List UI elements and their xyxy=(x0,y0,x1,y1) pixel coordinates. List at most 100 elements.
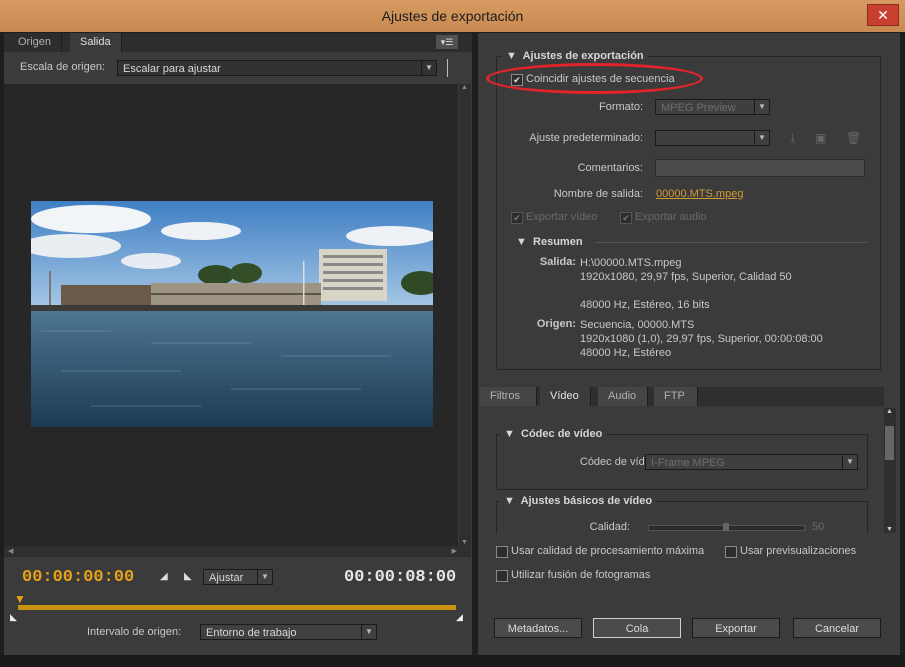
preset-select[interactable]: ▼ xyxy=(655,130,770,146)
scroll-thumb[interactable] xyxy=(885,426,894,460)
settings-vertical-scrollbar[interactable]: ▲ ▼ xyxy=(884,408,896,533)
use-previews-checkbox[interactable] xyxy=(725,546,737,558)
playhead-icon[interactable]: ▼ xyxy=(14,592,28,606)
trash-icon[interactable]: 🗑 xyxy=(846,131,861,145)
summary-output-line-4: 48000 Hz, Estéreo, 16 bits xyxy=(580,299,710,311)
chevron-down-icon: ▼ xyxy=(421,61,436,75)
preset-label: Ajuste predeterminado: xyxy=(529,132,643,144)
export-settings-heading[interactable]: ▼ Ajustes de exportación xyxy=(502,50,648,62)
source-scale-label: Escala de origen: xyxy=(20,61,105,73)
source-range-value: Entorno de trabajo xyxy=(206,627,297,639)
quality-slider-handle[interactable] xyxy=(723,523,729,531)
summary-output-label: Salida: xyxy=(539,256,576,268)
tab-origen[interactable]: Origen xyxy=(8,33,63,52)
save-preset-icon[interactable]: ⤓ xyxy=(790,131,795,146)
fit-value: Ajustar xyxy=(209,572,244,584)
source-range-select[interactable]: Entorno de trabajo ▼ xyxy=(200,624,377,640)
summary-source-line-1: Secuencia, 00000.MTS xyxy=(580,319,695,331)
export-audio-checkbox[interactable]: ✔ xyxy=(620,212,632,224)
codec-section-title: Códec de vídeo xyxy=(521,428,603,440)
summary-source-label: Origen: xyxy=(536,318,576,330)
frame-blending-label: Utilizar fusión de fotogramas xyxy=(511,569,651,581)
duration-timecode: 00:00:08:00 xyxy=(344,568,457,587)
summary-output-line-1: H:\00000.MTS.mpeg xyxy=(580,257,682,269)
output-name-label: Nombre de salida: xyxy=(553,188,643,200)
scroll-left-icon[interactable]: ◀ xyxy=(8,547,13,555)
video-settings-panel: ▼ Códec de vídeo Códec de vídeo: I-Frame… xyxy=(480,406,883,534)
use-previews-label: Usar previsualizaciones xyxy=(740,545,857,557)
basic-video-heading[interactable]: ▼ Ajustes básicos de vídeo xyxy=(500,495,657,507)
chevron-down-icon: ▼ xyxy=(842,455,857,469)
out-point-marker-icon[interactable]: ◢ xyxy=(456,612,463,623)
summary-source-line-2: 1920x1080 (1,0), 29,97 fps, Superior, 00… xyxy=(580,333,823,345)
comments-field[interactable] xyxy=(655,159,865,177)
set-in-point-icon[interactable]: ◢ xyxy=(160,571,168,582)
window-title: Ajustes de exportación xyxy=(381,8,524,24)
source-scale-value: Escalar para ajustar xyxy=(123,63,221,75)
scroll-up-icon[interactable]: ▲ xyxy=(461,84,468,91)
window-bottom-edge xyxy=(0,655,905,667)
left-tab-bar: Origen Salida ▾☰ xyxy=(4,33,472,52)
metadata-button[interactable]: Metadatos... xyxy=(494,618,582,638)
close-button[interactable]: ✕ xyxy=(867,4,899,26)
preview-horizontal-scrollbar[interactable]: ◀ ▶ xyxy=(4,546,471,557)
set-out-point-icon[interactable]: ◣ xyxy=(184,571,192,582)
fit-select[interactable]: Ajustar ▼ xyxy=(203,569,273,585)
cancel-button[interactable]: Cancelar xyxy=(793,618,881,638)
summary-title: Resumen xyxy=(533,236,583,248)
summary-heading[interactable]: ▼ Resumen xyxy=(516,236,583,248)
current-timecode[interactable]: 00:00:00:00 xyxy=(22,568,134,587)
codec-label: Códec de vídeo: xyxy=(579,456,660,468)
format-value: MPEG Preview xyxy=(661,102,736,114)
format-label: Formato: xyxy=(598,101,643,113)
quality-label: Calidad: xyxy=(589,521,630,533)
tab-salida[interactable]: Salida xyxy=(70,33,122,52)
source-range-label: Intervalo de origen: xyxy=(87,626,182,638)
scroll-down-icon[interactable]: ▼ xyxy=(461,539,468,546)
scroll-right-icon[interactable]: ▶ xyxy=(452,547,457,555)
title-bar: Ajustes de exportación ✕ xyxy=(0,0,905,33)
collapse-triangle-icon: ▼ xyxy=(506,50,517,62)
panel-menu-icon[interactable]: ▾☰ xyxy=(436,35,458,49)
export-video-label: Exportar vídeo xyxy=(526,211,598,223)
collapse-triangle-icon: ▼ xyxy=(504,495,515,507)
settings-tab-bar: Filtros Vídeo Audio FTP xyxy=(480,387,884,406)
work-area-bar[interactable] xyxy=(18,605,456,610)
codec-select[interactable]: I-Frame MPEG ▼ xyxy=(645,454,858,470)
scroll-up-icon[interactable]: ▲ xyxy=(886,408,893,415)
source-scale-select[interactable]: Escalar para ajustar ▼ xyxy=(117,60,437,76)
frame-blending-checkbox[interactable] xyxy=(496,570,508,582)
divider xyxy=(447,59,448,77)
chevron-down-icon: ▼ xyxy=(754,100,769,114)
format-select[interactable]: MPEG Preview ▼ xyxy=(655,99,770,115)
summary-divider xyxy=(595,242,867,243)
tab-filtros[interactable]: Filtros xyxy=(480,387,537,406)
video-frame-thumbnail xyxy=(21,201,441,427)
summary-source-line-3: 48000 Hz, Estéreo xyxy=(580,347,672,359)
queue-button[interactable]: Cola xyxy=(593,618,681,638)
export-settings-title: Ajustes de exportación xyxy=(522,50,644,62)
chevron-down-icon: ▼ xyxy=(257,570,272,584)
collapse-triangle-icon: ▼ xyxy=(504,428,515,440)
export-audio-label: Exportar audio xyxy=(635,211,707,223)
tab-audio[interactable]: Audio xyxy=(598,387,648,406)
output-name-link[interactable]: 00000.MTS.mpeg xyxy=(656,188,743,200)
chevron-down-icon: ▼ xyxy=(361,625,376,639)
import-preset-icon[interactable]: ▣ xyxy=(815,131,826,145)
codec-value: I-Frame MPEG xyxy=(651,457,725,469)
basic-video-title: Ajustes básicos de vídeo xyxy=(520,495,653,507)
max-quality-checkbox[interactable] xyxy=(496,546,508,558)
quality-slider[interactable] xyxy=(648,523,805,531)
export-button[interactable]: Exportar xyxy=(692,618,780,638)
preview-vertical-scrollbar[interactable]: ▲ ▼ xyxy=(459,84,471,546)
summary-output-line-2: 1920x1080, 29,97 fps, Superior, Calidad … xyxy=(580,271,792,283)
tab-video[interactable]: Vídeo xyxy=(540,387,591,406)
scroll-down-icon[interactable]: ▼ xyxy=(886,526,893,533)
chevron-down-icon: ▼ xyxy=(754,131,769,145)
in-point-marker-icon[interactable]: ◣ xyxy=(10,612,17,623)
tab-ftp[interactable]: FTP xyxy=(654,387,698,406)
comments-label: Comentarios: xyxy=(577,162,643,174)
collapse-triangle-icon: ▼ xyxy=(516,236,527,248)
export-video-checkbox[interactable]: ✔ xyxy=(511,212,523,224)
codec-heading[interactable]: ▼ Códec de vídeo xyxy=(500,428,607,440)
